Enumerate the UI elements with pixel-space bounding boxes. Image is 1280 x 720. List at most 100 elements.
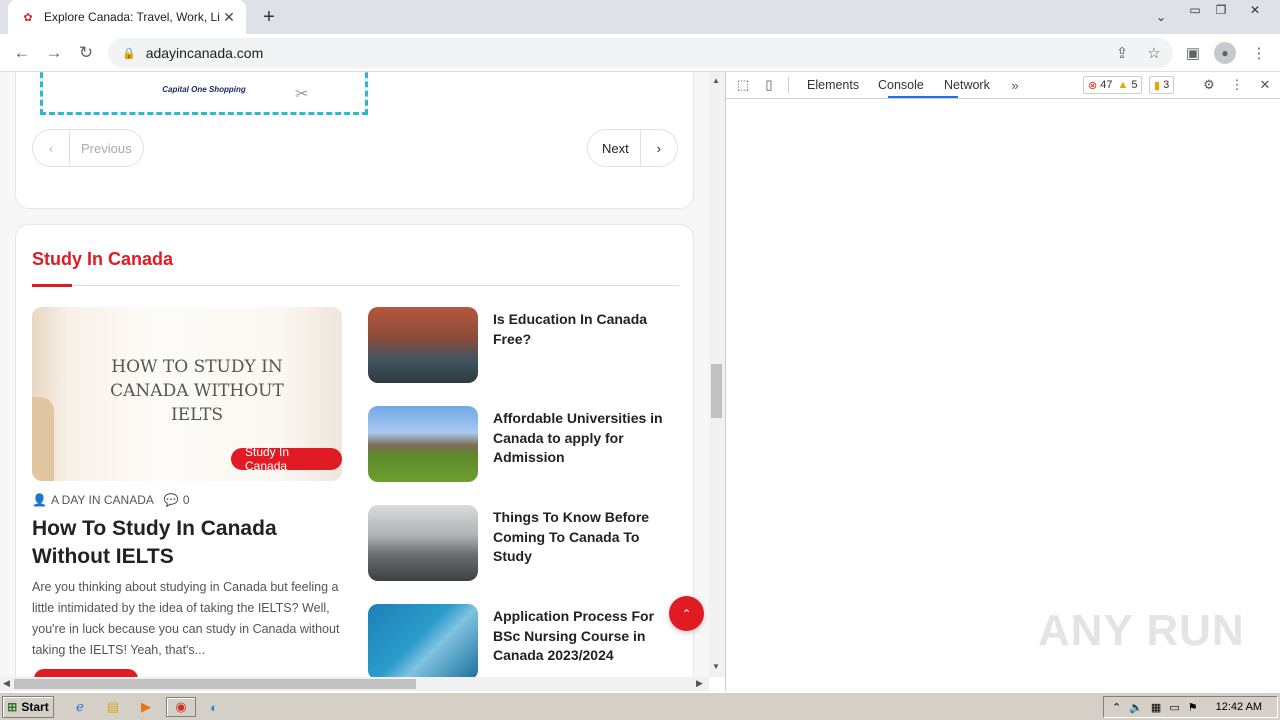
warning-icon: ▲ xyxy=(1117,79,1129,91)
featured-post-excerpt: Are you thinking about studying in Canad… xyxy=(32,580,340,657)
window-close-icon[interactable]: ✕ xyxy=(1244,2,1266,18)
tab-search-icon[interactable]: ⌄ xyxy=(1152,8,1170,26)
warning-count: 5 xyxy=(1131,79,1138,91)
tab-title: Explore Canada: Travel, Work, Live, ... xyxy=(44,10,220,24)
read-more-button[interactable] xyxy=(34,669,138,677)
tab-close-icon[interactable]: ✕ xyxy=(220,8,238,26)
devtools-toolbar: ⬚ ▯ Elements Console Network » ⊗ 47 ▲ 5 … xyxy=(726,72,1280,99)
clock[interactable]: 12:42 AM xyxy=(1216,701,1262,713)
previous-label: Previous xyxy=(81,140,132,156)
side-panel-icon[interactable]: ▣ xyxy=(1182,42,1204,64)
chrome-taskbar-icon[interactable]: ◉ xyxy=(166,697,196,717)
featured-image-hand xyxy=(32,397,54,481)
horizontal-scrollbar[interactable]: ◀ ▶ xyxy=(0,677,709,691)
console-counters[interactable]: ⊗ 47 ▲ 5 xyxy=(1083,76,1143,94)
chevron-right-icon: › xyxy=(656,140,661,156)
address-bar[interactable]: 🔒 adayincanada.com xyxy=(108,38,1173,68)
file-explorer-icon[interactable]: ▤ xyxy=(101,697,125,717)
list-item[interactable]: Is Education In Canada Free? xyxy=(368,307,668,383)
profile-avatar[interactable]: ● xyxy=(1214,42,1236,64)
scroll-up-arrow-icon[interactable]: ▲ xyxy=(712,76,720,85)
comment-count[interactable]: 0 xyxy=(183,493,190,507)
system-tray: ⌃ 🔈 ▦ ▭ ⚑ 12:42 AM xyxy=(1103,696,1278,718)
scroll-to-top-button[interactable]: ⌃ xyxy=(669,596,704,631)
list-item-title[interactable]: Affordable Universities in Canada to app… xyxy=(493,409,678,468)
previous-button[interactable]: ‹ Previous xyxy=(32,129,144,167)
list-item-title[interactable]: Is Education In Canada Free? xyxy=(493,310,678,349)
browser-tab[interactable]: ✿ Explore Canada: Travel, Work, Live, ..… xyxy=(8,0,246,34)
scroll-down-arrow-icon[interactable]: ▼ xyxy=(712,662,720,671)
active-tab-indicator xyxy=(888,96,958,98)
next-label: Next xyxy=(602,140,629,156)
menu-kebab-icon[interactable]: ⋮ xyxy=(1248,42,1270,64)
settings-gear-icon[interactable]: ⚙ xyxy=(1200,76,1218,94)
comments-icon: 💬 xyxy=(163,493,179,507)
author-icon: 👤 xyxy=(32,493,47,507)
device-toolbar-icon[interactable]: ▯ xyxy=(760,76,778,94)
section-divider-accent xyxy=(32,284,72,287)
tab-network[interactable]: Network xyxy=(944,78,990,92)
network-icon[interactable]: ▦ xyxy=(1151,701,1161,714)
reload-icon[interactable]: ↻ xyxy=(74,41,98,65)
vertical-scrollbar[interactable]: ▲ ▼ xyxy=(709,72,725,677)
list-item-title[interactable]: Application Process For BSc Nursing Cour… xyxy=(493,607,678,666)
restore-icon[interactable]: ❐ xyxy=(1210,2,1232,18)
media-player-icon[interactable]: ▶ xyxy=(134,697,158,717)
list-item-title[interactable]: Things To Know Before Coming To Canada T… xyxy=(493,508,678,567)
browser-toolbar: ← → ↻ 🔒 adayincanada.com ⇪ ☆ ▣ ● ⋮ xyxy=(0,34,1280,72)
issues-icon: ▮ xyxy=(1154,79,1161,92)
author-name[interactable]: A DAY IN CANADA xyxy=(51,493,154,507)
forward-icon[interactable]: → xyxy=(42,41,66,65)
category-badge[interactable]: Study In Canada xyxy=(231,445,342,473)
issues-count: 3 xyxy=(1163,79,1170,91)
scissors-icon: ✂ xyxy=(295,86,309,103)
internet-explorer-icon[interactable]: ℯ xyxy=(68,697,92,717)
start-button[interactable]: ⊞ Start xyxy=(2,696,54,718)
share-icon[interactable]: ⇪ xyxy=(1111,42,1133,64)
error-icon: ⊗ xyxy=(1088,79,1098,92)
back-icon[interactable]: ← xyxy=(10,41,34,65)
new-tab-button[interactable]: + xyxy=(258,6,280,28)
battery-icon[interactable]: ▭ xyxy=(1169,701,1179,714)
bookmark-star-icon[interactable]: ☆ xyxy=(1143,42,1165,64)
study-section-card: Study In Canada HOW TO STUDY IN CANADA W… xyxy=(15,224,694,677)
horizontal-scroll-thumb[interactable] xyxy=(14,679,416,689)
error-count: 47 xyxy=(1100,79,1113,91)
post-meta: 👤 A DAY IN CANADA 💬 0 xyxy=(32,493,190,507)
post-thumbnail[interactable] xyxy=(368,307,478,383)
post-thumbnail[interactable] xyxy=(368,604,478,677)
tab-elements[interactable]: Elements xyxy=(807,78,859,92)
devtools-menu-icon[interactable]: ⋮ xyxy=(1228,76,1246,94)
tab-console[interactable]: Console xyxy=(878,78,924,92)
scroll-right-arrow-icon[interactable]: ▶ xyxy=(696,678,703,689)
start-label: Start xyxy=(21,700,49,714)
list-item[interactable]: Application Process For BSc Nursing Cour… xyxy=(368,604,668,677)
minimize-icon[interactable]: ▭ xyxy=(1184,2,1206,18)
action-center-flag-icon[interactable]: ⚑ xyxy=(1188,701,1198,714)
coupon-banner[interactable]: Capital One Shopping ✂ xyxy=(40,72,368,115)
list-item[interactable]: Things To Know Before Coming To Canada T… xyxy=(368,505,668,581)
next-button[interactable]: Next › xyxy=(587,129,678,167)
scroll-left-arrow-icon[interactable]: ◀ xyxy=(3,678,10,689)
vertical-scroll-thumb[interactable] xyxy=(711,364,722,418)
featured-post-title[interactable]: How To Study In Canada Without IELTS xyxy=(32,515,332,571)
tray-expand-icon[interactable]: ⌃ xyxy=(1112,701,1121,714)
issues-counter[interactable]: ▮ 3 xyxy=(1149,76,1175,94)
windows-logo-icon: ⊞ xyxy=(7,700,18,714)
chevron-left-icon: ‹ xyxy=(48,140,54,156)
edge-icon[interactable]: ◐ xyxy=(202,697,226,717)
volume-icon[interactable]: 🔈 xyxy=(1129,701,1143,714)
anyrun-watermark: ANY RUN xyxy=(1038,606,1245,655)
lock-icon: 🔒 xyxy=(122,47,136,60)
site-favicon-icon: ✿ xyxy=(23,11,33,24)
devtools-close-icon[interactable]: ✕ xyxy=(1256,76,1274,94)
section-title[interactable]: Study In Canada xyxy=(32,249,173,270)
windows-taskbar: ⊞ Start ℯ ▤ ▶ ◉ ◐ ⌃ 🔈 ▦ ▭ ⚑ 12:42 AM xyxy=(0,692,1280,720)
inspect-element-icon[interactable]: ⬚ xyxy=(734,76,752,94)
more-tabs-icon[interactable]: » xyxy=(1006,76,1024,94)
post-thumbnail[interactable] xyxy=(368,505,478,581)
devtools-separator xyxy=(788,77,789,93)
post-thumbnail[interactable] xyxy=(368,406,478,482)
featured-image[interactable]: HOW TO STUDY IN CANADA WITHOUT IELTS Stu… xyxy=(32,307,342,481)
list-item[interactable]: Affordable Universities in Canada to app… xyxy=(368,406,668,482)
